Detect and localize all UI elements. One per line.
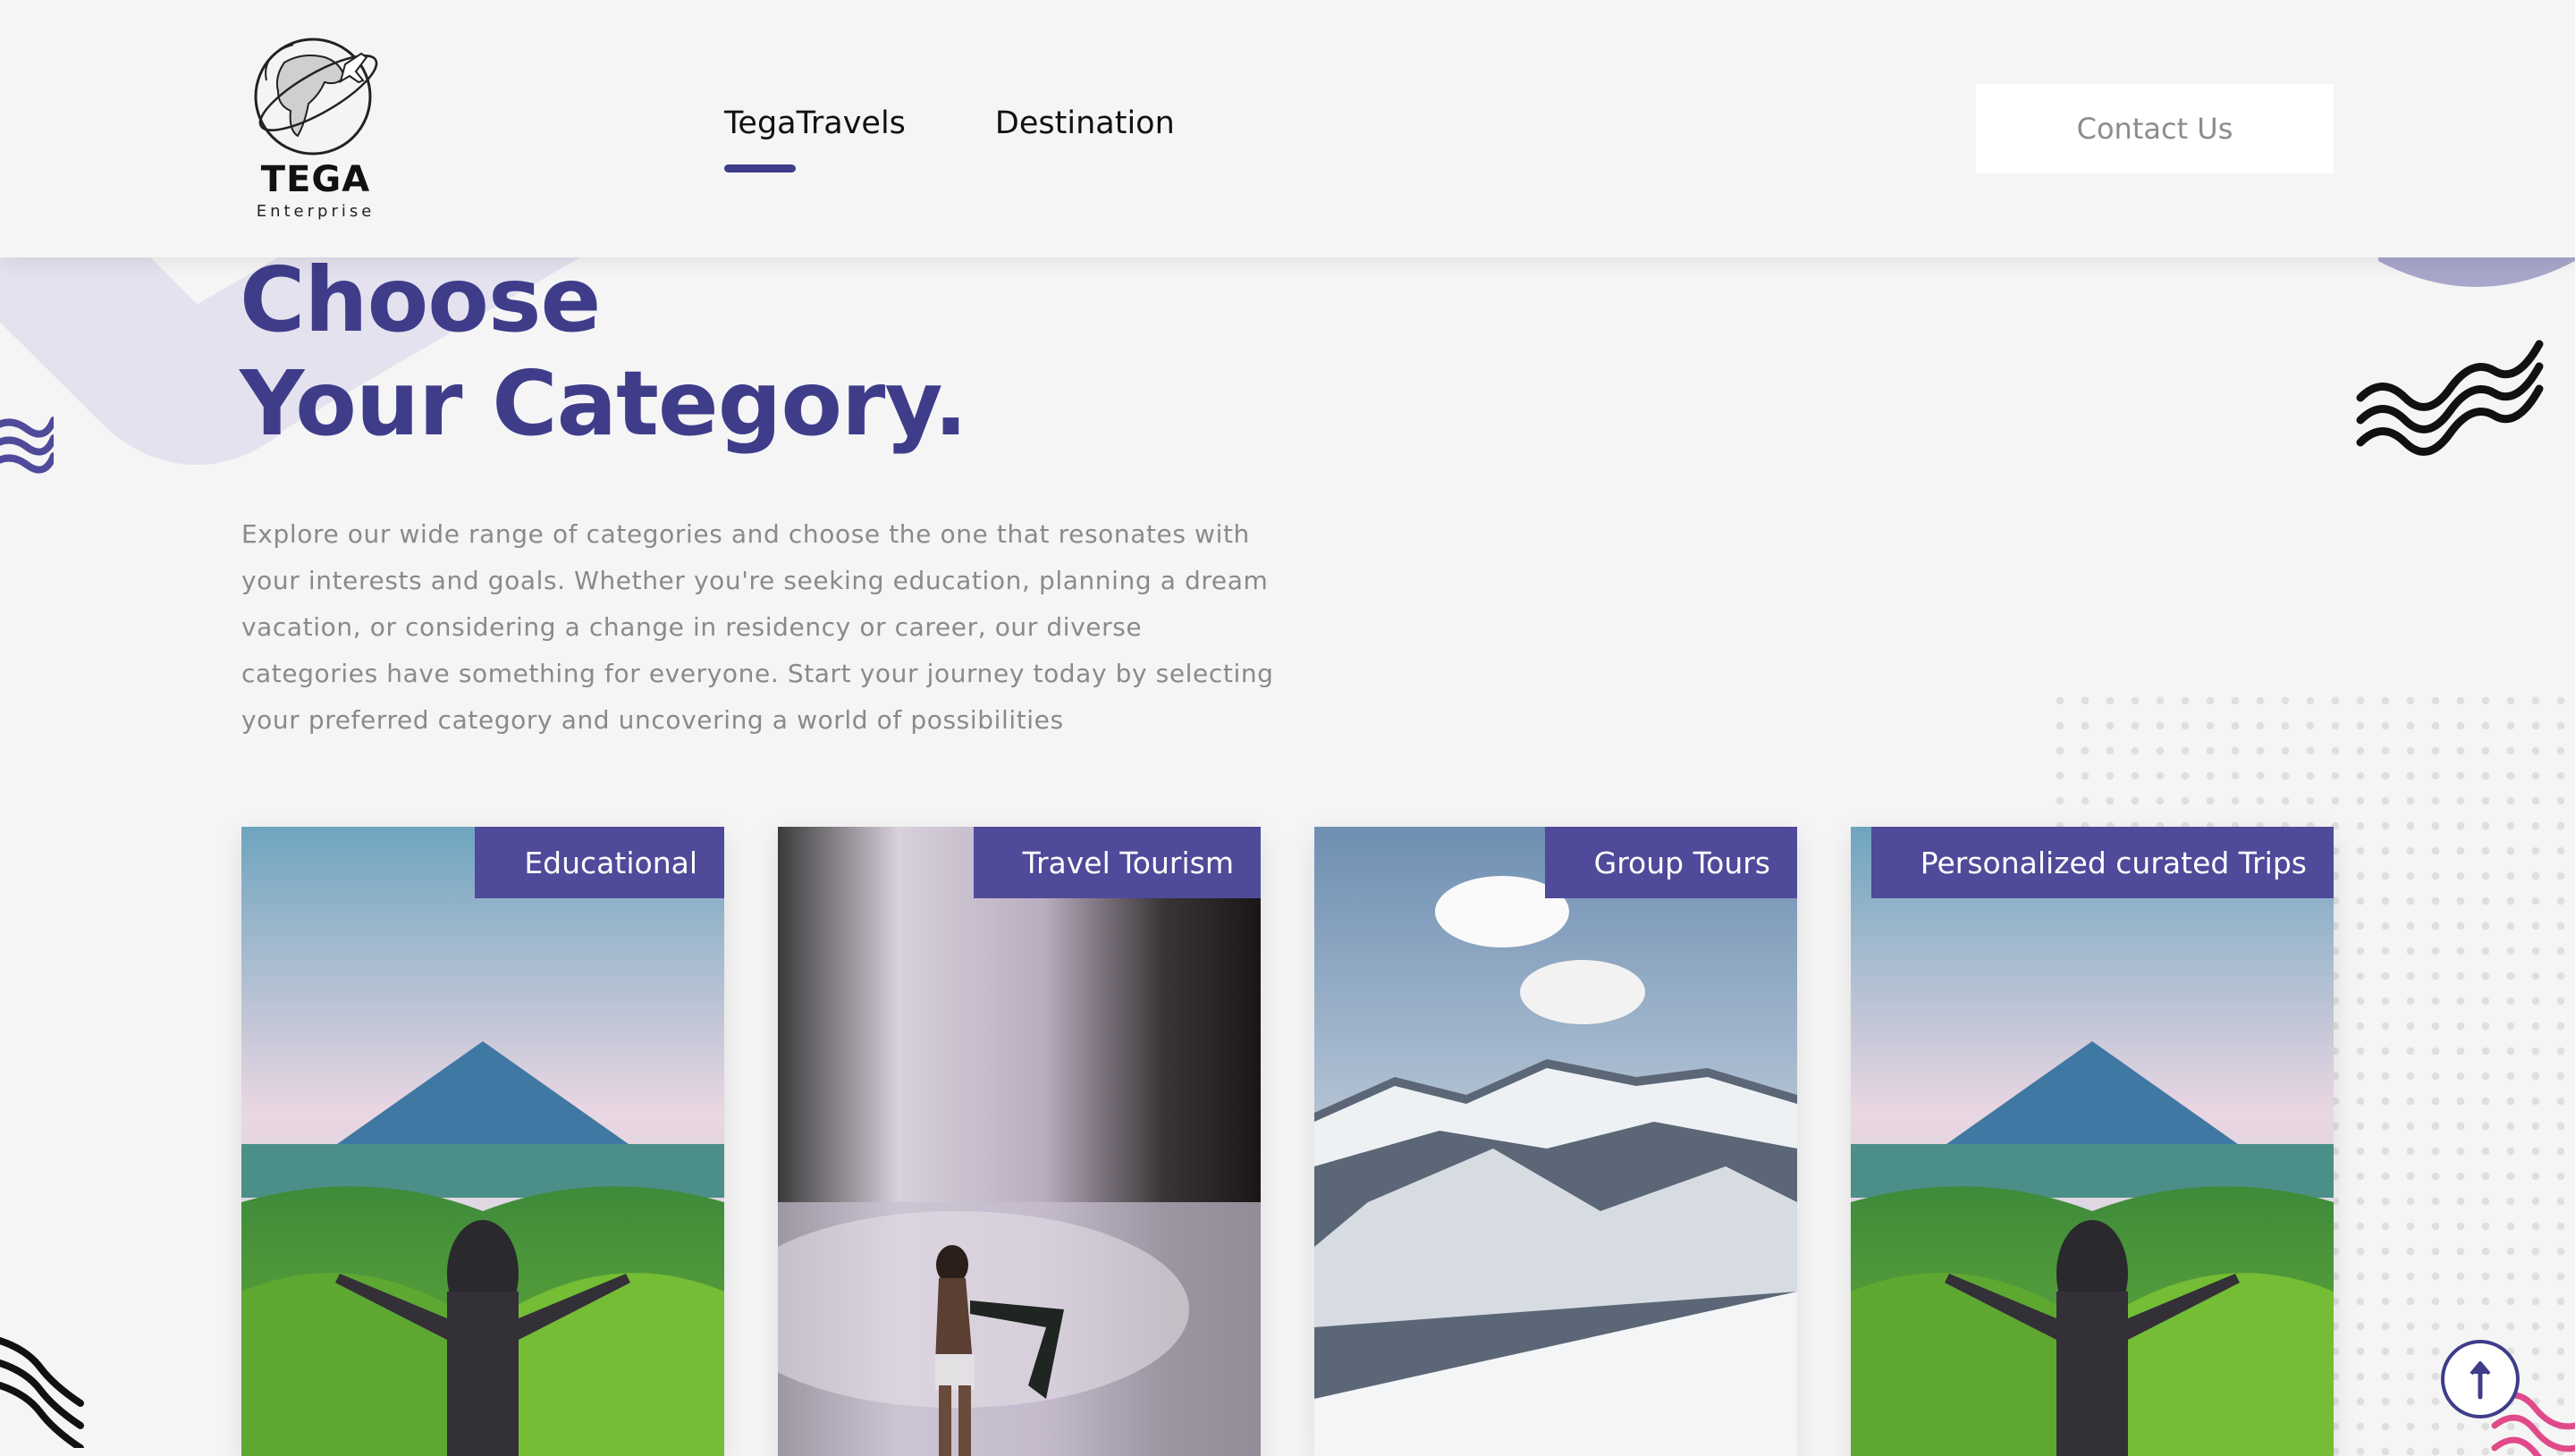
snowy-mountains-photo (1314, 827, 1797, 1456)
logo-subtitle: Enterprise (256, 202, 376, 221)
squiggle-decoration (2356, 340, 2544, 456)
category-label: Personalized curated Trips (1870, 827, 2334, 898)
site-header: TEGA Enterprise TegaTravels Destination … (0, 0, 2575, 257)
nav-item-destination[interactable]: Destination (995, 105, 1175, 141)
category-card-group-tours[interactable]: Group Tours (1314, 827, 1797, 1456)
nav-item-tegatravels[interactable]: TegaTravels (724, 105, 906, 173)
main-nav: TegaTravels Destination (724, 105, 1175, 173)
category-label: Educational (475, 827, 724, 898)
globe-plane-icon (254, 38, 378, 156)
category-label: Group Tours (1544, 827, 1797, 898)
arrow-up-icon (2469, 1361, 2491, 1400)
squiggle-decoration (0, 1337, 84, 1448)
mountain-hiker-photo (1851, 827, 2334, 1456)
page-title: Choose Your Category. (240, 248, 967, 456)
logo[interactable]: TEGA Enterprise (240, 27, 392, 232)
squiggle-decoration (0, 417, 54, 474)
title-line-1: Choose (240, 248, 601, 352)
contact-us-button[interactable]: Contact Us (1976, 84, 2334, 173)
scroll-to-top-button[interactable] (2441, 1340, 2520, 1418)
category-card-personalized-curated-trips[interactable]: Personalized curated Trips (1851, 827, 2334, 1456)
logo-name: TEGA (260, 159, 371, 200)
category-label: Travel Tourism (973, 827, 1261, 898)
category-card-educational[interactable]: Educational (241, 827, 724, 1456)
mountain-hiker-photo (241, 827, 724, 1456)
title-line-2: Your Category. (240, 351, 967, 456)
page-description: Explore our wide range of categories and… (241, 519, 1274, 735)
waterfall-woman-photo (778, 827, 1261, 1456)
category-card-travel-tourism[interactable]: Travel Tourism (778, 827, 1261, 1456)
